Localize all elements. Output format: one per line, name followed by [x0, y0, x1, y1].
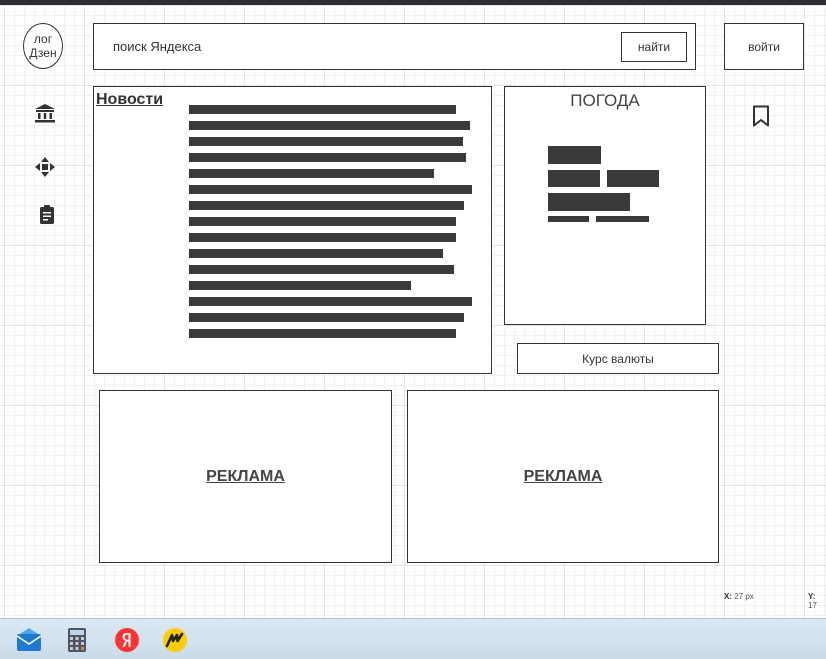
news-text-line — [189, 265, 454, 274]
search-input[interactable]: поиск Яндекса — [113, 39, 201, 54]
logo-placeholder[interactable]: лог Дзен — [23, 23, 63, 69]
weather-placeholder-bar — [548, 216, 589, 222]
news-text-line — [189, 137, 463, 146]
news-text-line — [189, 169, 434, 178]
news-text-line — [189, 153, 466, 162]
yandex-icon[interactable] — [114, 627, 140, 653]
search-box[interactable]: поиск Яндекса найти — [93, 23, 696, 70]
yandex-market-icon[interactable] — [162, 627, 188, 653]
weather-placeholder-bar — [548, 193, 630, 211]
weather-title: ПОГОДА — [570, 91, 640, 110]
bookmark-icon[interactable] — [750, 105, 772, 127]
news-text-line — [189, 297, 472, 306]
currency-rate-button[interactable]: Курс валюты — [517, 343, 719, 374]
calculator-icon[interactable] — [64, 627, 90, 653]
ad-label: РЕКЛАМА — [523, 467, 603, 485]
weather-placeholder-bar — [596, 216, 649, 222]
news-text-line — [189, 217, 456, 226]
news-text-line — [189, 105, 456, 114]
weather-placeholder-bar — [607, 170, 659, 187]
news-text-line — [189, 233, 456, 242]
cursor-x-readout: X: 27 px — [724, 592, 754, 601]
move-arrows-icon[interactable] — [34, 156, 56, 178]
search-button[interactable]: найти — [621, 32, 687, 62]
weather-placeholder-bar — [548, 170, 600, 187]
ad-block-right[interactable]: РЕКЛАМА — [407, 390, 719, 563]
cursor-y-readout: Y: 17 — [808, 592, 817, 610]
mail-icon[interactable] — [16, 627, 42, 653]
weather-placeholder-bar — [548, 146, 601, 164]
news-text-line — [189, 201, 464, 210]
bank-icon[interactable] — [34, 102, 56, 124]
taskbar — [0, 618, 826, 659]
news-block[interactable]: Новости — [93, 86, 492, 374]
news-text-line — [189, 329, 456, 338]
news-text-line — [189, 249, 443, 258]
news-text-line — [189, 313, 464, 322]
ad-label: РЕКЛАМА — [206, 467, 285, 485]
clipboard-icon[interactable] — [37, 204, 59, 226]
news-text-line — [189, 185, 472, 194]
weather-block[interactable]: ПОГОДА — [504, 86, 706, 325]
news-text-line — [189, 121, 470, 130]
ad-block-left[interactable]: РЕКЛАМА — [99, 390, 392, 563]
news-title[interactable]: Новости — [96, 91, 163, 109]
news-text-line — [189, 281, 411, 290]
login-button[interactable]: войти — [724, 23, 804, 70]
